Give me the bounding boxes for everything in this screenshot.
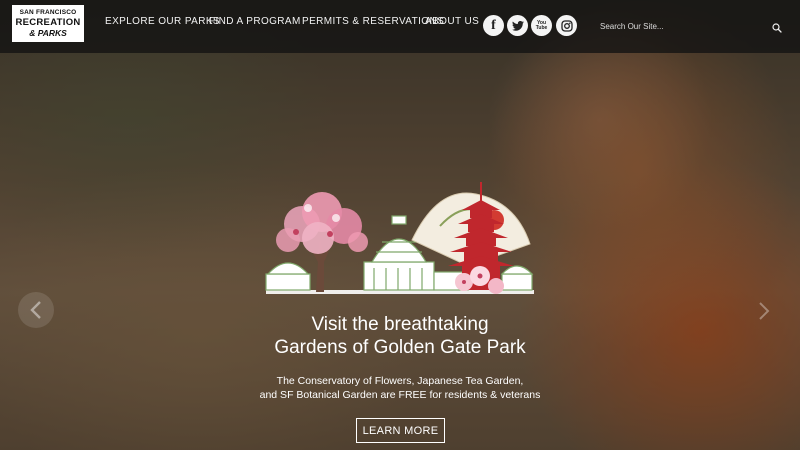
hero-headline-line-1: Visit the breathtaking — [311, 314, 489, 335]
carousel-prev-button[interactable] — [18, 292, 54, 328]
hero-subtext: The Conservatory of Flowers, Japanese Te… — [220, 374, 580, 402]
youtube-icon[interactable]: You Tube — [531, 15, 552, 36]
youtube-glyph: You Tube — [535, 19, 548, 31]
twitter-bird-icon — [511, 20, 524, 31]
chevron-left-icon — [30, 301, 41, 319]
chevron-right-icon — [759, 302, 770, 320]
hero-headline-line-2: Gardens of Golden Gate Park — [274, 337, 526, 358]
nav-about-us[interactable]: ABOUT US — [425, 16, 479, 27]
facebook-glyph: f — [491, 17, 496, 33]
gardens-illustration — [265, 182, 534, 294]
learn-more-button[interactable]: LEARN MORE — [356, 418, 445, 443]
carousel-next-button[interactable] — [752, 296, 776, 326]
site-search — [598, 15, 788, 37]
nav-permits-reservations[interactable]: PERMITS & RESERVATIONS — [302, 16, 444, 27]
site-logo[interactable]: SAN FRANCISCO RECREATION & PARKS — [12, 5, 84, 42]
hero-headline: Visit the breathtaking Gardens of Golden… — [200, 313, 600, 359]
logo-line-3: & PARKS — [29, 27, 67, 38]
nav-find-a-program[interactable]: FIND A PROGRAM — [209, 16, 301, 27]
magnifier-icon — [772, 23, 782, 33]
instagram-camera-icon — [560, 19, 573, 32]
instagram-icon[interactable] — [556, 15, 577, 36]
hero-subtext-line-1: The Conservatory of Flowers, Japanese Te… — [276, 375, 524, 387]
site-header: SAN FRANCISCO RECREATION & PARKS EXPLORE… — [0, 0, 800, 53]
nav-explore-our-parks[interactable]: EXPLORE OUR PARKS — [105, 16, 220, 27]
twitter-icon[interactable] — [507, 15, 528, 36]
search-input[interactable] — [598, 21, 758, 31]
search-icon[interactable] — [772, 20, 784, 33]
logo-line-2: RECREATION — [15, 17, 81, 29]
logo-line-1: SAN FRANCISCO — [19, 8, 77, 16]
greenhouse-icon — [500, 265, 534, 291]
hero-subtext-line-2: and SF Botanical Garden are FREE for res… — [259, 389, 541, 401]
facebook-icon[interactable]: f — [483, 15, 504, 36]
